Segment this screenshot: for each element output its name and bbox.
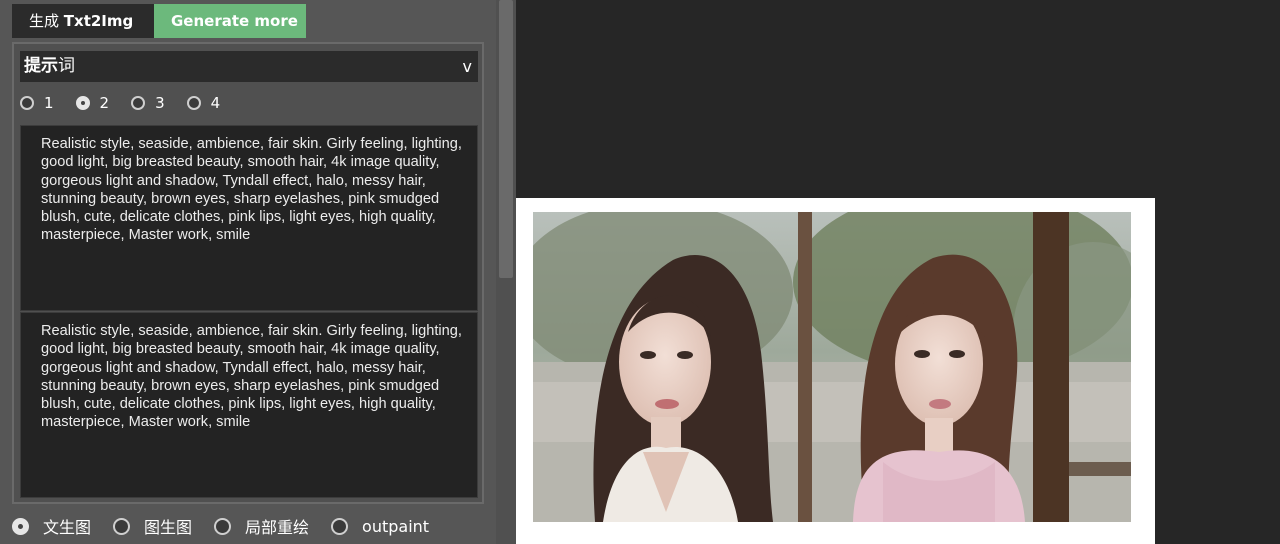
generated-image[interactable] <box>533 212 1131 522</box>
prompt-header-bold: 提示 <box>24 56 58 76</box>
radio-label: 文生图 <box>43 518 92 537</box>
left-panel: 生成 Txt2Img Generate more 提示词 v 1 2 3 4 R… <box>0 0 496 544</box>
generated-image-illustration <box>533 212 1131 522</box>
radio-label: 4 <box>210 94 221 112</box>
tab-txt2img-label: Txt2Img <box>63 12 134 30</box>
radio-label: 图生图 <box>144 518 193 537</box>
scrollbar-thumb[interactable] <box>499 0 513 278</box>
radio-label: 3 <box>155 94 165 112</box>
prompt-textarea-1[interactable]: Realistic style, seaside, ambience, fair… <box>20 125 478 311</box>
prompt-count-radio-group: 1 2 3 4 <box>20 94 242 112</box>
tab-txt2img[interactable]: 生成 Txt2Img <box>12 4 154 38</box>
mode-option-txt2img[interactable]: 文生图 <box>12 514 91 538</box>
radio-unchecked-icon[interactable] <box>20 96 34 110</box>
radio-label: 局部重绘 <box>245 518 310 537</box>
prompt-count-option-3[interactable]: 3 <box>131 94 165 112</box>
mode-option-inpaint[interactable]: 局部重绘 <box>214 514 309 538</box>
mode-radio-group: 文生图 图生图 局部重绘 outpaint <box>12 514 429 538</box>
prompt-textarea-2[interactable]: Realistic style, seaside, ambience, fair… <box>20 312 478 498</box>
prompt-count-option-2[interactable]: 2 <box>75 94 110 112</box>
radio-checked-icon[interactable] <box>12 517 29 535</box>
radio-label: outpaint <box>362 516 430 536</box>
prompt-count-option-1[interactable]: 1 <box>20 94 54 112</box>
prompt-header-rest: 词 <box>58 56 75 76</box>
radio-label: 1 <box>44 94 54 112</box>
radio-unchecked-icon[interactable] <box>331 517 349 535</box>
mode-option-outpaint[interactable]: outpaint <box>331 517 429 536</box>
radio-unchecked-icon[interactable] <box>131 96 146 110</box>
output-image-frame <box>516 198 1155 544</box>
prompt-section: 提示词 v 1 2 3 4 Realistic style, seaside, … <box>12 42 484 504</box>
prompt-accordion-header[interactable]: 提示词 v <box>20 51 478 82</box>
chevron-down-icon[interactable]: v <box>463 51 472 82</box>
mode-option-img2img[interactable]: 图生图 <box>113 514 192 538</box>
radio-unchecked-icon[interactable] <box>113 517 131 535</box>
radio-checked-icon[interactable] <box>75 96 90 110</box>
tab-bar: 生成 Txt2Img Generate more <box>12 4 306 38</box>
radio-label: 2 <box>99 94 110 112</box>
radio-unchecked-icon[interactable] <box>214 517 232 535</box>
vertical-scrollbar[interactable] <box>496 0 516 544</box>
radio-unchecked-icon[interactable] <box>186 96 201 110</box>
app-window: 生成 Txt2Img Generate more 提示词 v 1 2 3 4 R… <box>0 0 1280 544</box>
prompt-count-option-4[interactable]: 4 <box>186 94 221 112</box>
tab-txt2img-prefix: 生成 <box>29 12 60 30</box>
generate-more-button[interactable]: Generate more <box>154 4 306 38</box>
